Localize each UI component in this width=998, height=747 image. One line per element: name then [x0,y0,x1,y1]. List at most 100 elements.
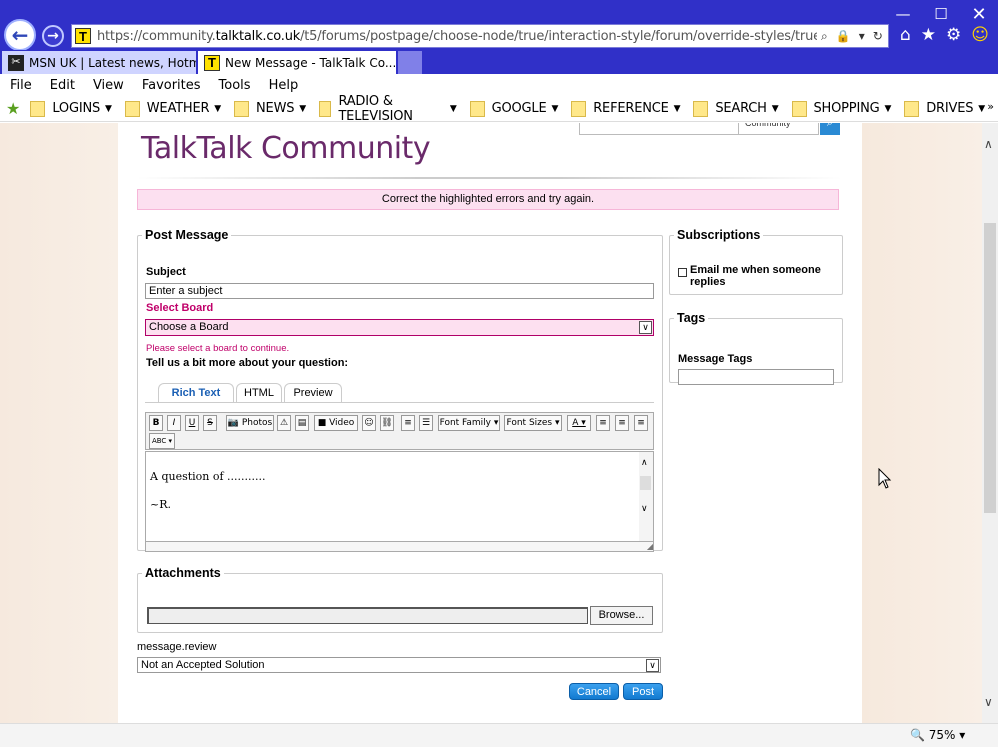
refresh-icon[interactable]: ↻ [873,29,883,44]
tab-rich-text[interactable]: Rich Text [158,383,234,402]
spellcheck-icon[interactable]: ABC ▾ [149,433,175,449]
zoom-level: 75% [928,728,956,742]
board-select[interactable]: Choose a Board ∨ [145,319,654,336]
minimize-icon[interactable]: — [884,2,922,26]
subject-input[interactable]: Enter a subject [145,283,654,299]
font-color-icon[interactable]: A ▾ [567,415,591,431]
tags-label: Message Tags [678,353,753,365]
caret-down-icon: ▼ [105,103,112,114]
menu-edit[interactable]: Edit [50,78,75,93]
fav-folder-reference[interactable]: REFERENCE ▼ [571,100,681,117]
align-center-icon[interactable]: ≡ [615,415,629,431]
document-icon[interactable]: ▤ [295,415,309,431]
panel-legend: Subscriptions [677,228,761,242]
italic-icon[interactable]: I [167,415,181,431]
align-right-icon[interactable]: ≡ [634,415,648,431]
chevron-up-icon[interactable]: ∧ [984,137,993,151]
tab-msn[interactable]: ✂ MSN UK | Latest news, Hotmail... [2,51,196,74]
folder-icon [234,100,250,117]
font-sizes-select[interactable]: Font Sizes ▾ [504,415,562,431]
camera-icon: 📷 [227,418,239,428]
chevron-down-icon[interactable]: ∨ [984,695,993,709]
scrollbar-thumb[interactable] [640,476,651,490]
dropdown-icon[interactable]: ▾ [859,29,865,44]
menu-help[interactable]: Help [269,78,299,93]
error-banner: Correct the highlighted errors and try a… [137,189,839,210]
emoji-icon[interactable]: ☺ [362,415,376,431]
tab-new-message[interactable]: T New Message - TalkTalk Co... ✕ [198,51,396,74]
fav-folder-drives[interactable]: DRIVES ▼ [904,100,985,117]
video-button[interactable]: ■ Video [314,415,358,431]
forward-arrow-icon[interactable]: → [42,25,64,47]
gear-icon[interactable]: ⚙ [946,25,961,45]
photos-button[interactable]: 📷 Photos [226,415,274,431]
url-text[interactable]: https://community.talktalk.co.uk/t5/foru… [97,29,817,44]
menu-tools[interactable]: Tools [219,78,251,93]
search-icon[interactable]: ⌕ [820,123,840,135]
address-bar[interactable]: T https://community.talktalk.co.uk/t5/fo… [71,24,889,48]
chevron-down-icon: ▾ [959,728,966,742]
post-message-panel: Post Message Subject Enter a subject Sel… [137,228,663,552]
editor-line: A question of ........... [150,470,266,483]
mouse-cursor-icon [878,468,892,489]
fav-folder-search[interactable]: SEARCH ▼ [693,100,779,117]
folder-icon [30,100,46,117]
review-select[interactable]: Not an Accepted Solution ∨ [137,657,661,673]
font-sizes-label: Font Sizes [506,418,553,428]
home-icon[interactable]: ⌂ [900,25,911,45]
chevron-up-icon[interactable]: ∧ [641,458,648,468]
tab-html[interactable]: HTML [236,383,282,402]
tab-preview[interactable]: Preview [284,383,342,402]
favorites-bar: ★ LOGINS ▼ WEATHER ▼ NEWS ▼ RADIO & TELEVIS… [0,94,998,124]
font-family-select[interactable]: Font Family ▾ [438,415,500,431]
chevron-down-icon[interactable]: ∨ [641,504,648,514]
tags-input[interactable] [678,369,834,385]
fav-folder-shopping[interactable]: SHOPPING ▼ [791,100,891,117]
font-family-label: Font Family [439,418,492,428]
fav-folder-weather[interactable]: WEATHER ▼ [124,100,221,117]
link-icon[interactable]: ⛓ [380,415,394,431]
fav-folder-logins[interactable]: LOGINS ▼ [30,100,112,117]
feedback-smiley-icon[interactable]: ☺ [971,25,989,45]
fav-folder-radio[interactable]: RADIO & TELEVISION ▼ [319,94,457,124]
fav-label: LOGINS [52,101,101,116]
email-checkbox[interactable] [678,268,687,277]
close-icon[interactable]: ✕ [960,2,998,26]
align-left-icon[interactable]: ≡ [596,415,610,431]
add-favorite-star-icon[interactable]: ★ [6,99,20,118]
search-scope-select[interactable]: Community [738,123,818,134]
strikethrough-icon[interactable]: S [203,415,217,431]
message-editor[interactable]: A question of ........... ~R. ∧ ∨ [145,451,654,542]
menu-view[interactable]: View [93,78,124,93]
board-error-text: Please select a board to continue. [146,343,290,354]
zoom-control[interactable]: 🔍 75% ▾ [910,728,965,742]
new-tab-button[interactable] [398,51,422,74]
site-search-input[interactable]: Community [579,123,819,135]
warning-icon[interactable]: ⚠ [277,415,291,431]
menu-file[interactable]: File [10,78,32,93]
site-brand[interactable]: TalkTalk Community [141,131,431,166]
favorites-star-icon[interactable]: ★ [921,25,936,45]
fav-folder-google[interactable]: GOOGLE ▼ [469,100,558,117]
attachment-path-input[interactable] [147,607,588,624]
resize-handle-icon[interactable]: ◢ [145,542,654,552]
underline-icon[interactable]: U [185,415,199,431]
scrollbar-thumb[interactable] [984,223,996,513]
search-icon[interactable]: ⌕ [821,29,828,44]
bullet-list-icon[interactable]: ☰ [419,415,433,431]
lock-icon[interactable]: 🔒 [836,29,851,44]
post-button[interactable]: Post [623,683,663,700]
bold-icon[interactable]: B [149,415,163,431]
page-scrollbar[interactable]: ∧ ∨ [982,123,998,723]
talktalk-favicon-icon: T [204,54,220,71]
editor-scrollbar[interactable]: ∧ ∨ [639,452,653,541]
browse-button[interactable]: Browse... [590,606,653,625]
maximize-icon[interactable]: ☐ [922,2,960,26]
fav-label: SHOPPING [813,101,880,116]
back-arrow-icon[interactable]: ← [4,19,36,51]
numbered-list-icon[interactable]: ≡ [401,415,415,431]
menu-favorites[interactable]: Favorites [142,78,201,93]
cancel-button[interactable]: Cancel [569,683,619,700]
fav-folder-news[interactable]: NEWS ▼ [234,100,306,117]
chevron-more-icon[interactable]: » [987,100,994,113]
